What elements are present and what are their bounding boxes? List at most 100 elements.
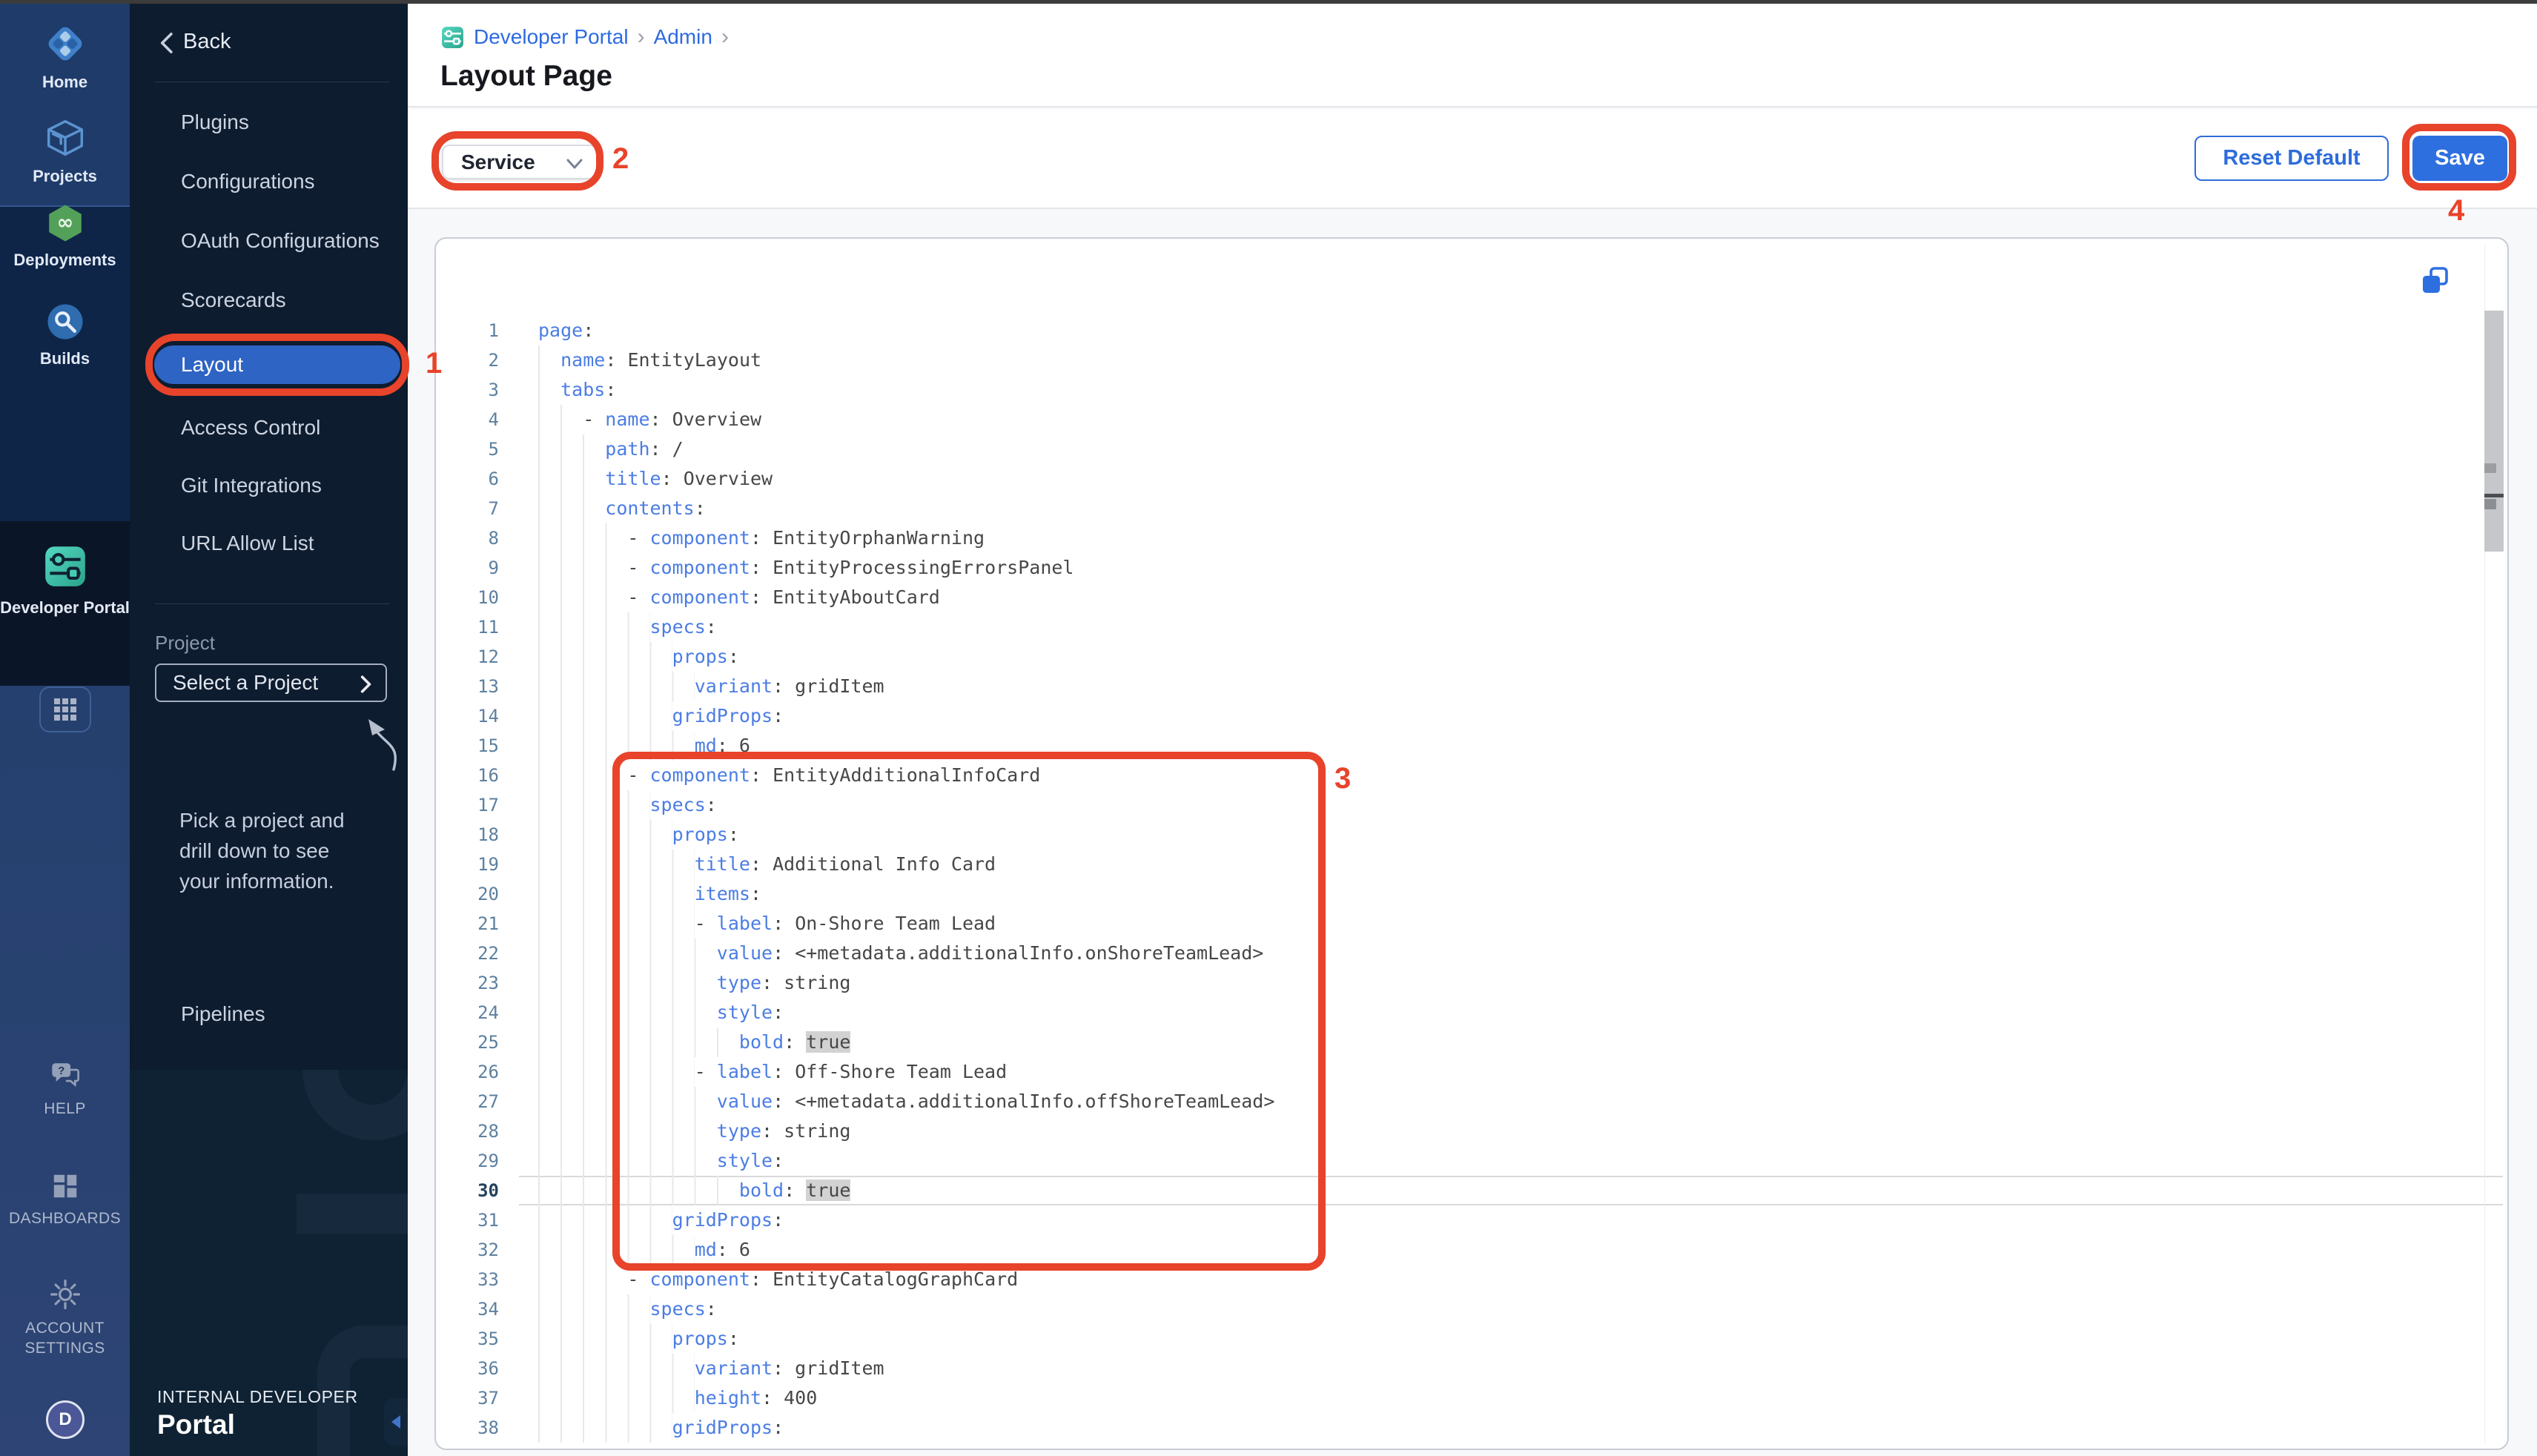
code-line[interactable]: 24style: — [436, 998, 2507, 1028]
code-line[interactable]: 5path: / — [436, 434, 2507, 464]
line-number: 4 — [436, 405, 499, 434]
code-line[interactable]: 1page: — [436, 316, 2507, 345]
rail-dashboards[interactable]: DASHBOARDS — [0, 1170, 130, 1228]
code-line[interactable]: 8- component: EntityOrphanWarning — [436, 523, 2507, 553]
code-line[interactable]: 27value: <+metadata.additionalInfo.offSh… — [436, 1087, 2507, 1116]
reset-default-label: Reset Default — [2223, 146, 2360, 171]
module-builds[interactable]: Builds — [0, 300, 130, 370]
developer-portal-logo-icon — [440, 25, 465, 50]
code-line[interactable]: 34specs: — [436, 1294, 2507, 1324]
code-line[interactable]: 33- component: EntityCatalogGraphCard — [436, 1265, 2507, 1294]
breadcrumb-developer-portal[interactable]: Developer Portal — [474, 25, 629, 49]
code-line[interactable]: 37height: 400 — [436, 1383, 2507, 1413]
project-select[interactable]: Select a Project — [155, 664, 387, 702]
editor-scrollbar-thumb[interactable] — [2484, 311, 2504, 552]
breadcrumb-separator: › — [721, 24, 729, 50]
code-line[interactable]: 18props: — [436, 820, 2507, 850]
module-grid-icon — [52, 696, 79, 723]
code-line[interactable]: 11specs: — [436, 612, 2507, 642]
sidebar-item-pipelines[interactable]: Pipelines — [130, 998, 408, 1030]
code-line[interactable]: 38gridProps: — [436, 1413, 2507, 1443]
window-top-strip — [0, 0, 2537, 4]
yaml-code-editor[interactable]: 1page:2name: EntityLayout3tabs:4- name: … — [436, 316, 2507, 1443]
code-line[interactable]: 29style: — [436, 1146, 2507, 1176]
module-deployments-label: Deployments — [0, 249, 130, 271]
sidebar-item-git-integrations[interactable]: Git Integrations — [130, 469, 408, 502]
sidebar-item-layout[interactable]: Layout — [154, 345, 400, 384]
code-line[interactable]: 20items: — [436, 879, 2507, 909]
deployments-infinity-icon: ∞ — [44, 202, 87, 245]
line-number: 28 — [436, 1116, 499, 1146]
sidebar-item-scorecards[interactable]: Scorecards — [130, 284, 408, 317]
module-home[interactable]: Home — [0, 21, 130, 93]
code-line[interactable]: 4- name: Overview — [436, 405, 2507, 434]
module-deployments[interactable]: ∞ Deployments — [0, 202, 130, 271]
breadcrumb-separator: › — [638, 24, 645, 50]
code-line[interactable]: 25bold: true — [436, 1028, 2507, 1057]
cursor-arrow-icon — [360, 716, 408, 772]
user-avatar[interactable]: D — [46, 1400, 85, 1439]
code-line[interactable]: 3tabs: — [436, 375, 2507, 405]
help-chat-icon: ? — [48, 1059, 82, 1093]
rail-account-settings[interactable]: ACCOUNT SETTINGS — [0, 1277, 130, 1358]
line-number: 3 — [436, 375, 499, 405]
entity-kind-select[interactable]: Service — [442, 145, 598, 179]
svg-text:∞: ∞ — [56, 211, 73, 234]
line-number: 12 — [436, 642, 499, 672]
sidebar-item-url-allow-list[interactable]: URL Allow List — [130, 527, 408, 560]
code-line[interactable]: 32md: 6 — [436, 1235, 2507, 1265]
code-line[interactable]: 14gridProps: — [436, 701, 2507, 731]
line-number: 36 — [436, 1354, 499, 1383]
sidebar-collapse-button[interactable] — [384, 1398, 408, 1446]
code-line[interactable]: 30bold: true — [436, 1176, 2507, 1205]
code-line[interactable]: 6title: Overview — [436, 464, 2507, 494]
code-line[interactable]: 36variant: gridItem — [436, 1354, 2507, 1383]
line-number: 19 — [436, 850, 499, 879]
module-rail: Home Projects ∞ Deployments — [0, 0, 130, 1456]
code-line[interactable]: 17specs: — [436, 790, 2507, 820]
code-line[interactable]: 35props: — [436, 1324, 2507, 1354]
chevron-left-icon — [156, 30, 179, 56]
save-button[interactable]: Save — [2412, 136, 2507, 181]
module-home-label: Home — [0, 71, 130, 93]
code-line[interactable]: 22value: <+metadata.additionalInfo.onSho… — [436, 939, 2507, 968]
breadcrumb-admin[interactable]: Admin — [654, 25, 712, 49]
line-number: 14 — [436, 701, 499, 731]
code-line[interactable]: 21- label: On-Shore Team Lead — [436, 909, 2507, 939]
code-line[interactable]: 23type: string — [436, 968, 2507, 998]
sidebar-item-access-control[interactable]: Access Control — [130, 411, 408, 444]
line-number: 35 — [436, 1324, 499, 1354]
save-label: Save — [2435, 146, 2485, 171]
code-line[interactable]: 15md: 6 — [436, 731, 2507, 761]
code-line[interactable]: 7contents: — [436, 494, 2507, 523]
code-line[interactable]: 16- component: EntityAdditionalInfoCard — [436, 761, 2507, 790]
sidebar-item-oauth-configurations[interactable]: OAuth Configurations — [130, 225, 408, 257]
copy-icon[interactable] — [2418, 264, 2451, 297]
code-line[interactable]: 2name: EntityLayout — [436, 345, 2507, 375]
svg-text:?: ? — [58, 1065, 64, 1077]
code-line[interactable]: 28type: string — [436, 1116, 2507, 1146]
brand-text-small: INTERNAL DEVELOPER — [157, 1387, 358, 1407]
sidebar-item-configurations[interactable]: Configurations — [130, 165, 408, 198]
line-number: 22 — [436, 939, 499, 968]
module-builds-label: Builds — [0, 348, 130, 370]
line-number: 2 — [436, 345, 499, 375]
code-line[interactable]: 31gridProps: — [436, 1205, 2507, 1235]
back-label: Back — [183, 30, 231, 54]
reset-default-button[interactable]: Reset Default — [2194, 136, 2389, 181]
code-line[interactable]: 9- component: EntityProcessingErrorsPane… — [436, 553, 2507, 583]
code-line[interactable]: 13variant: gridItem — [436, 672, 2507, 701]
line-number: 8 — [436, 523, 499, 553]
module-projects[interactable]: Projects — [0, 115, 130, 188]
code-line[interactable]: 10- component: EntityAboutCard — [436, 583, 2507, 612]
code-line[interactable]: 19title: Additional Info Card — [436, 850, 2507, 879]
back-button[interactable]: Back — [130, 24, 408, 61]
sidebar-item-plugins[interactable]: Plugins — [130, 106, 408, 139]
code-line[interactable]: 12props: — [436, 642, 2507, 672]
module-picker-tile[interactable] — [39, 686, 91, 732]
module-developer-portal[interactable]: Developer Portal — [0, 542, 130, 620]
code-line[interactable]: 26- label: Off-Shore Team Lead — [436, 1057, 2507, 1087]
builds-icon — [44, 300, 87, 343]
line-number: 9 — [436, 553, 499, 583]
rail-help[interactable]: ? HELP — [0, 1059, 130, 1119]
